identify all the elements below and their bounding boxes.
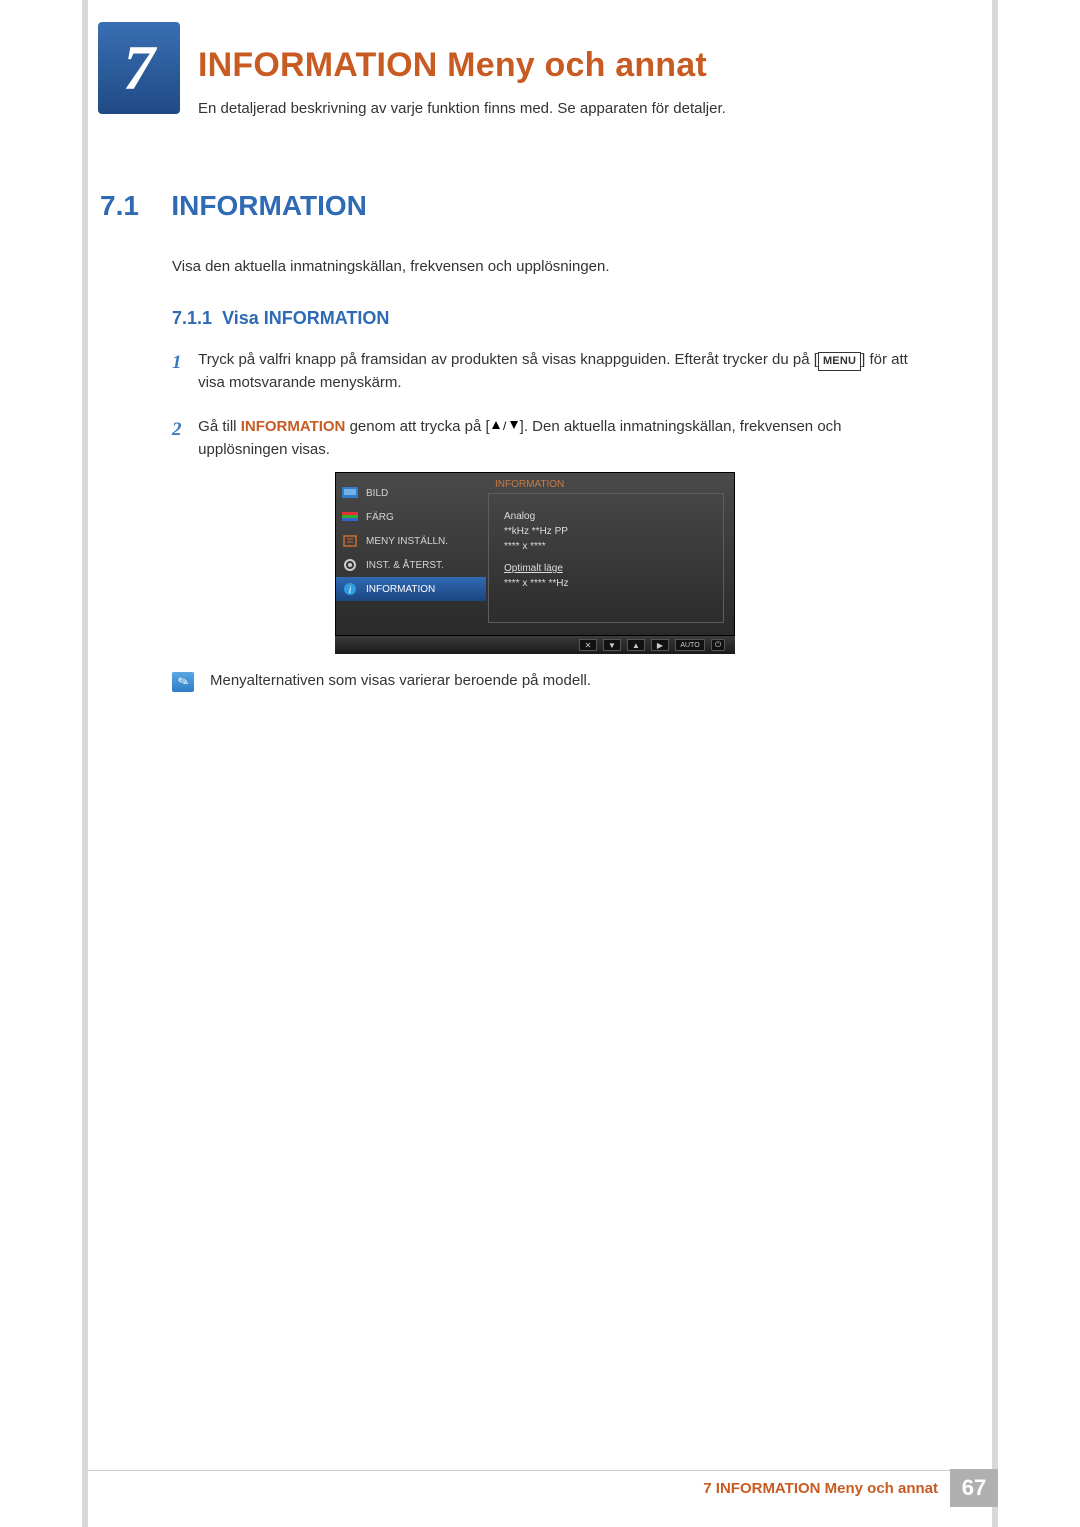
section-heading: 7.1 INFORMATION xyxy=(100,190,367,222)
osd-item-information: i INFORMATION xyxy=(336,577,486,601)
chapter-subtitle: En detaljerad beskrivning av varje funkt… xyxy=(198,100,726,117)
osd-item-inst-label: INST. & ÅTERST. xyxy=(366,560,444,571)
osd-item-meny-label: MENY INSTÄLLN. xyxy=(366,536,448,547)
osd-down-icon: ▼ xyxy=(603,639,621,651)
osd-item-bild-label: BILD xyxy=(366,488,388,499)
subsection-number: 7.1.1 xyxy=(172,308,212,328)
step-1-number: 1 xyxy=(172,348,194,377)
chapter-badge: 7 xyxy=(98,22,180,114)
step-1-pre: Tryck på valfri knapp på framsidan av pr… xyxy=(198,351,818,368)
menu-settings-icon xyxy=(342,535,358,547)
osd-panel-title: INFORMATION xyxy=(495,479,564,490)
osd-item-bild: BILD xyxy=(336,481,486,505)
step-2-keyword: INFORMATION xyxy=(241,418,346,435)
note: ✎ Menyalternativen som visas varierar be… xyxy=(172,672,591,692)
osd-right-icon: ▶ xyxy=(651,639,669,651)
step-list: 1 Tryck på valfri knapp på framsidan av … xyxy=(172,348,932,481)
step-2: 2 Gå till INFORMATION genom att trycka p… xyxy=(172,415,932,462)
osd-close-icon: ✕ xyxy=(579,639,597,651)
osd-info-line2: **kHz **Hz PP xyxy=(504,524,568,539)
section-description: Visa den aktuella inmatningskällan, frek… xyxy=(172,258,610,275)
osd-info-block: Analog **kHz **Hz PP **** x **** xyxy=(504,509,568,554)
menu-key-icon: MENU xyxy=(818,352,861,371)
osd-menu-list: BILD FÄRG MENY INSTÄLLN. INST. & ÅTERST.… xyxy=(336,473,486,637)
chapter-title: INFORMATION Meny och annat xyxy=(198,46,707,85)
note-icon: ✎ xyxy=(172,672,194,692)
color-icon xyxy=(342,511,358,523)
subsection-title: Visa INFORMATION xyxy=(222,308,389,328)
osd-info-line1: Analog xyxy=(504,509,568,524)
left-rail xyxy=(82,0,88,1527)
osd-item-farg-label: FÄRG xyxy=(366,512,394,523)
chapter-number: 7 xyxy=(123,31,155,105)
osd-frame: BILD FÄRG MENY INSTÄLLN. INST. & ÅTERST.… xyxy=(335,472,735,636)
osd-info-opt1: Optimalt läge xyxy=(504,561,568,576)
note-text: Menyalternativen som visas varierar bero… xyxy=(210,672,591,689)
step-2-pre: Gå till xyxy=(198,418,241,435)
osd-info-line3: **** x **** xyxy=(504,539,568,554)
osd-item-inst: INST. & ÅTERST. xyxy=(336,553,486,577)
svg-text:/: / xyxy=(503,419,507,431)
svg-text:i: i xyxy=(349,585,352,596)
right-rail xyxy=(992,0,998,1527)
section-number: 7.1 xyxy=(100,190,139,222)
step-2-mid: genom att trycka på [ xyxy=(345,418,489,435)
footer: 7 INFORMATION Meny och annat 67 xyxy=(0,1487,1080,1527)
osd-power-icon: ⏻ xyxy=(711,639,725,651)
osd-up-icon: ▲ xyxy=(627,639,645,651)
footer-page-number: 67 xyxy=(950,1469,998,1507)
info-icon: i xyxy=(342,583,358,595)
step-1: 1 Tryck på valfri knapp på framsidan av … xyxy=(172,348,932,395)
step-1-body: Tryck på valfri knapp på framsidan av pr… xyxy=(198,348,918,395)
footer-label: 7 INFORMATION Meny och annat xyxy=(703,1480,938,1497)
osd-item-information-label: INFORMATION xyxy=(366,584,435,595)
osd-info-opt2: **** x **** **Hz xyxy=(504,576,568,591)
osd-illustration: BILD FÄRG MENY INSTÄLLN. INST. & ÅTERST.… xyxy=(335,472,735,654)
up-down-arrow-icon: / xyxy=(490,415,520,438)
step-2-number: 2 xyxy=(172,415,194,444)
osd-auto-button: AUTO xyxy=(675,639,705,651)
step-2-body: Gå till INFORMATION genom att trycka på … xyxy=(198,415,918,462)
osd-item-meny: MENY INSTÄLLN. xyxy=(336,529,486,553)
page: 7 INFORMATION Meny och annat En detaljer… xyxy=(0,0,1080,1527)
picture-icon xyxy=(342,487,358,499)
osd-item-farg: FÄRG xyxy=(336,505,486,529)
footer-bar: 7 INFORMATION Meny och annat 67 xyxy=(703,1469,998,1507)
section-title: INFORMATION xyxy=(171,190,366,222)
subsection-heading: 7.1.1 Visa INFORMATION xyxy=(172,308,389,329)
gear-icon xyxy=(342,559,358,571)
osd-info-optimal: Optimalt läge **** x **** **Hz xyxy=(504,561,568,591)
osd-button-bar: ✕ ▼ ▲ ▶ AUTO ⏻ xyxy=(335,636,735,654)
